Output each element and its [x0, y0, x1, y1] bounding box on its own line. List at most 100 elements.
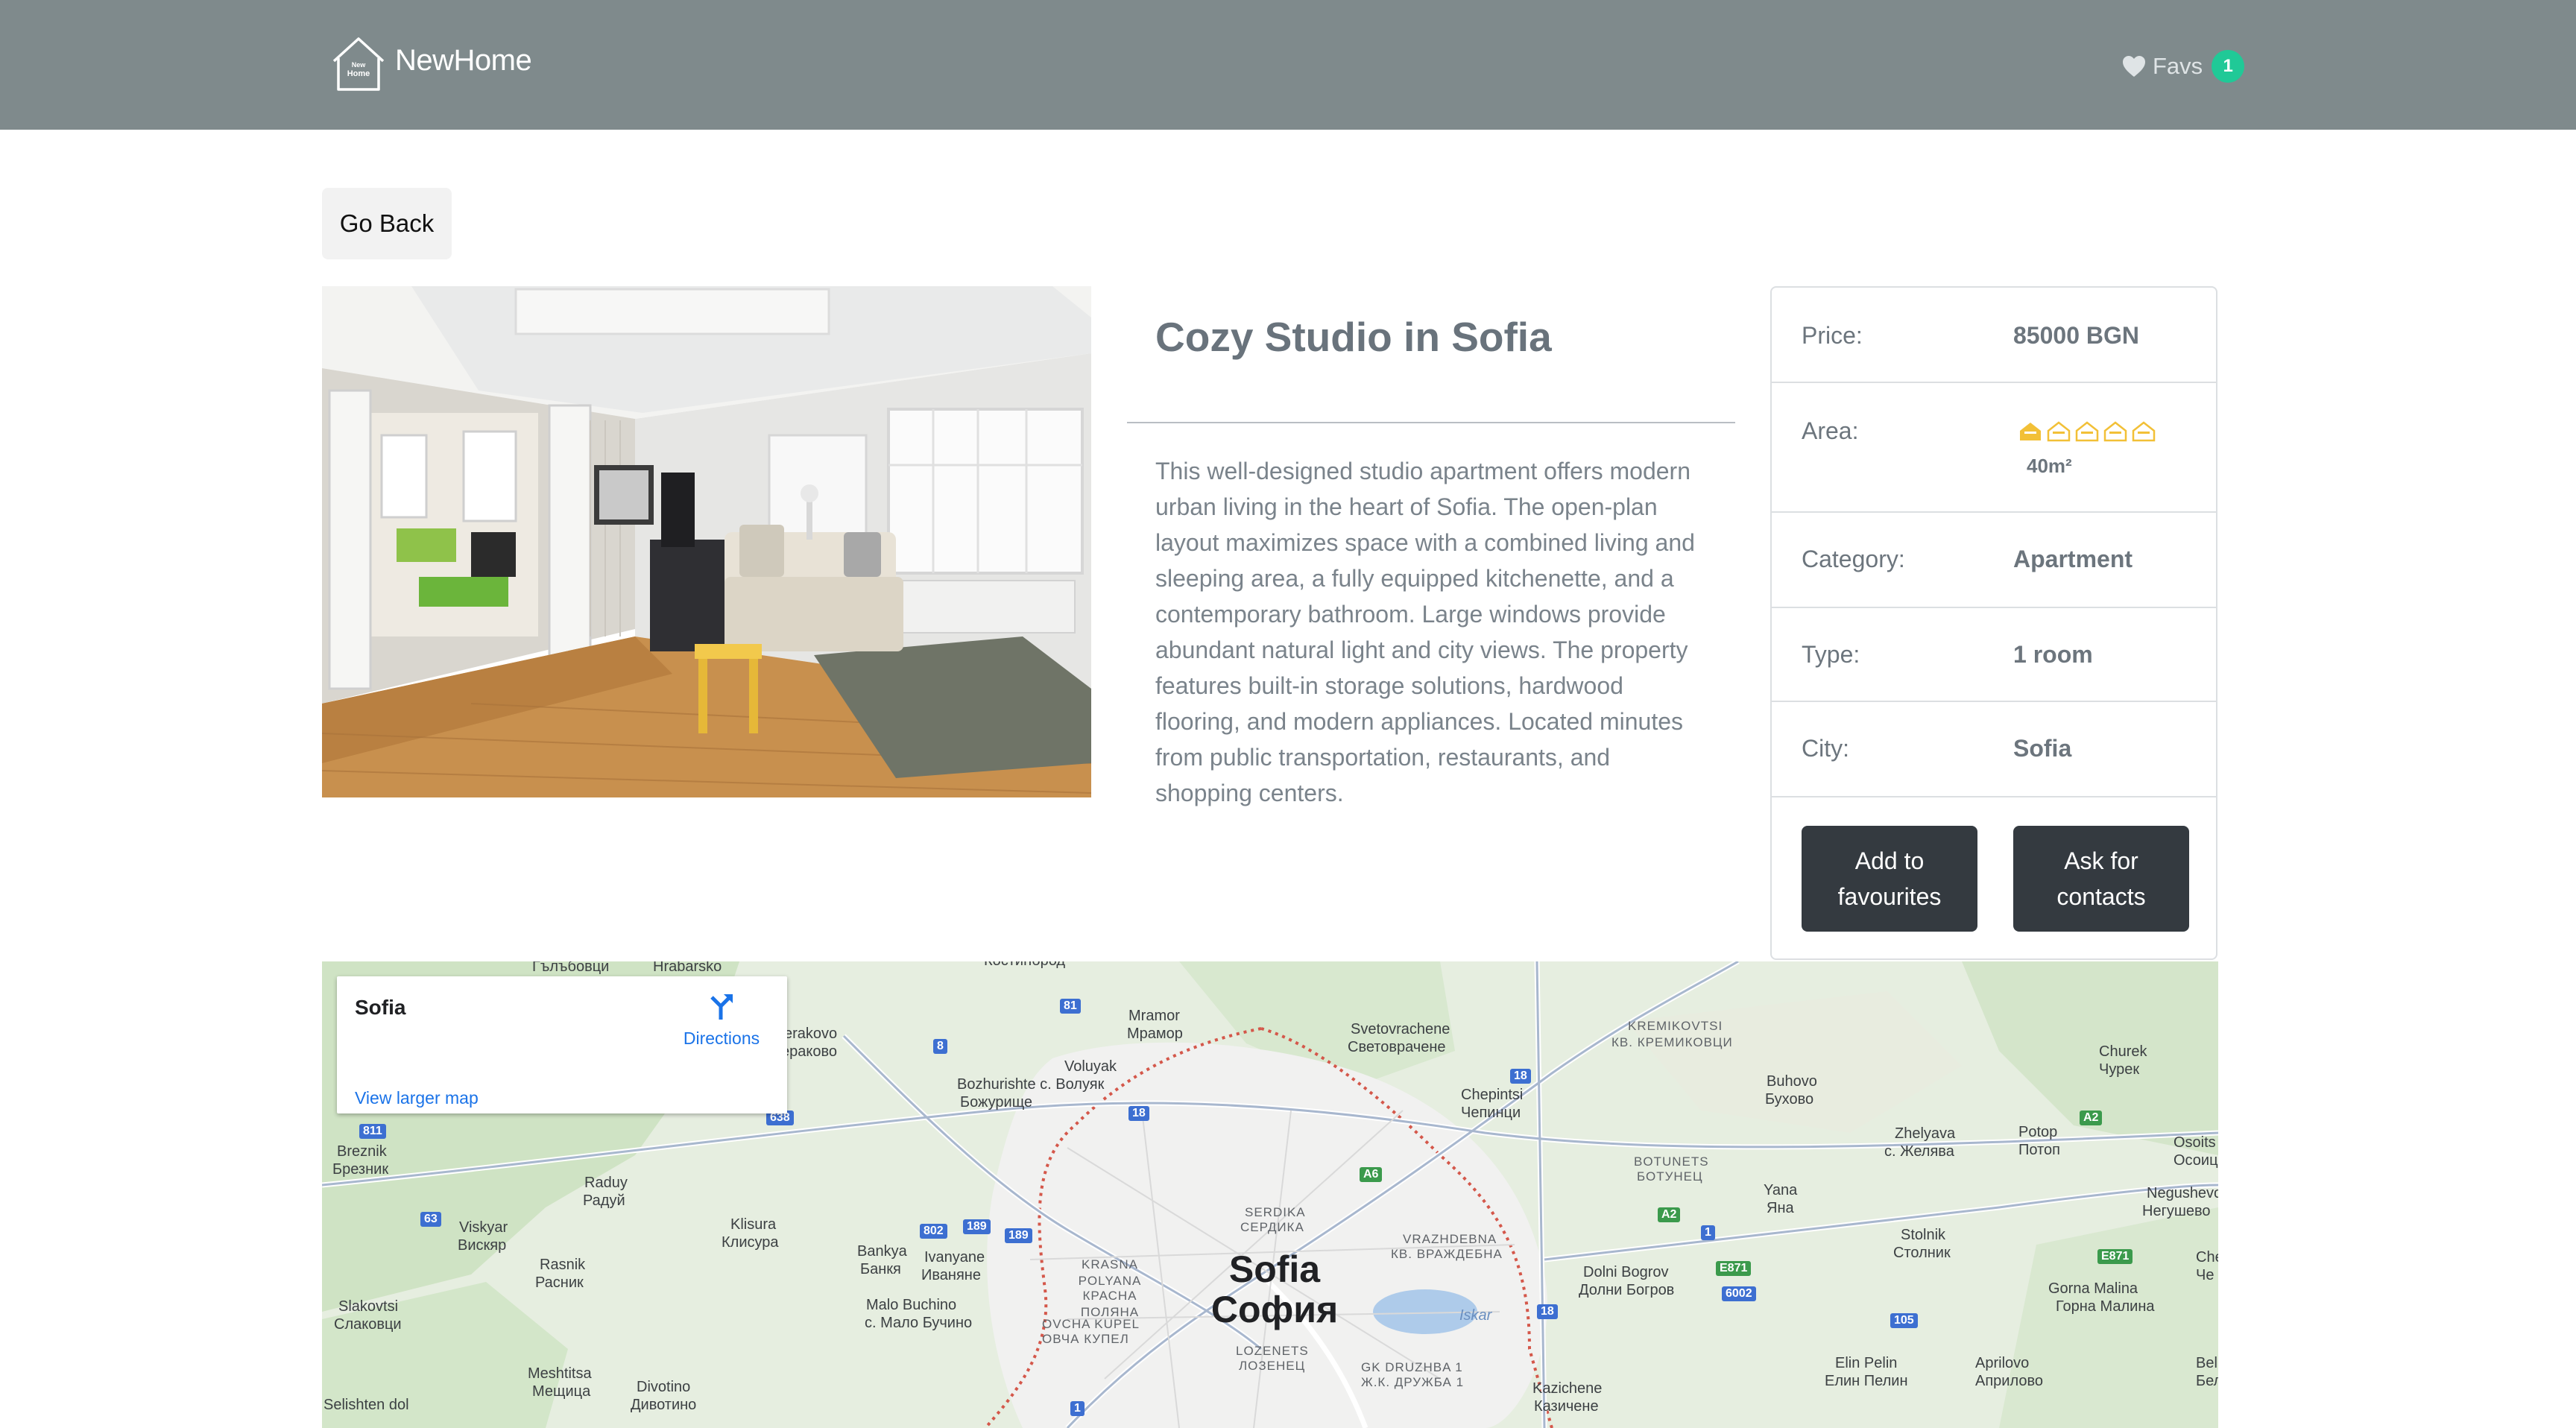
- house-outline-icon: [2132, 421, 2156, 442]
- view-larger-map-link[interactable]: View larger map: [355, 1088, 479, 1108]
- type-label: Type:: [1802, 641, 1860, 668]
- area-row: Area: 40m²: [1772, 383, 2216, 513]
- house-outline-icon: [2075, 421, 2099, 442]
- road-shield: 1: [1070, 1401, 1085, 1416]
- map-label: Churek: [2099, 1043, 2147, 1060]
- map-label: erakovo: [784, 1026, 838, 1042]
- map-label: Чепинци: [1461, 1105, 1521, 1121]
- map-label: Negushevo: [2147, 1185, 2218, 1201]
- map-label: БОТУНЕЦ: [1637, 1169, 1703, 1184]
- road-shield: 18: [1128, 1106, 1149, 1121]
- map-label: SERDIKA: [1245, 1205, 1306, 1219]
- map-label: Buhovo: [1767, 1073, 1817, 1090]
- brand-logo[interactable]: New Home NewHome: [328, 34, 532, 94]
- road-shield: 18: [1537, 1304, 1558, 1319]
- category-label: Category:: [1802, 546, 1905, 572]
- area-rating: [2018, 420, 2156, 443]
- map-label: Яна: [1767, 1200, 1794, 1216]
- map-city-name: Sofia: [1228, 1248, 1321, 1290]
- map-label: Divotino: [637, 1379, 691, 1395]
- map-label: ЛОЗЕНЕЦ: [1239, 1359, 1306, 1373]
- map-label: Svetovrachene: [1351, 1021, 1450, 1037]
- logo-small-text-2: Home: [347, 69, 370, 78]
- map-label: Горна Малина: [2056, 1298, 2155, 1315]
- map-label: BOTUNETS: [1634, 1154, 1709, 1169]
- map-label: Дивотино: [631, 1397, 697, 1413]
- map-label: Potop: [2018, 1124, 2058, 1140]
- map-place-title: Sofia: [355, 996, 406, 1019]
- directions-label: Directions: [683, 1029, 760, 1048]
- location-map[interactable]: Гълъбовци Hrabarsko Костинброд Mramor Мр…: [322, 961, 2218, 1428]
- map-label: Ж.К. ДРУЖБА 1: [1361, 1375, 1465, 1389]
- map-label: Bel: [2196, 1355, 2217, 1371]
- directions-link[interactable]: Directions: [677, 990, 766, 1049]
- add-to-favourites-button[interactable]: Add to favourites: [1802, 826, 1977, 932]
- map-label: Вискяр: [458, 1237, 507, 1254]
- favourites-link[interactable]: Favs 1: [2121, 48, 2245, 85]
- road-shield: 1: [1701, 1225, 1715, 1240]
- map-label: с. Мало Бучино: [865, 1315, 973, 1331]
- map-label: KRASNA POLYANA: [1078, 1257, 1142, 1288]
- road-shield: 6002: [1722, 1286, 1756, 1301]
- map-label: Malo Buchino: [866, 1297, 957, 1313]
- road-shield: 189: [1005, 1228, 1032, 1243]
- property-details-card: Price: 85000 BGN Area: 40m² Category: Ap…: [1770, 286, 2217, 960]
- map-label: Априлово: [1975, 1373, 2044, 1389]
- map-label: Stolnik: [1901, 1227, 1946, 1243]
- road-shield: A2: [2080, 1111, 2103, 1125]
- map-city-name-cyrillic: София: [1210, 1289, 1339, 1330]
- map-label: Raduy: [584, 1175, 628, 1191]
- map-label: Kazichene: [1532, 1380, 1603, 1397]
- map-label: КВ. КРЕМИКОВЦИ: [1611, 1035, 1733, 1049]
- type-row: Type: 1 room: [1772, 608, 2216, 702]
- map-label: Rasnik: [540, 1257, 586, 1273]
- map-label: Iskar: [1459, 1307, 1492, 1324]
- map-label: Hrabarsko: [653, 961, 722, 975]
- map-label: с. Желява: [1884, 1143, 1954, 1160]
- area-label: Area:: [1802, 417, 1859, 444]
- map-label: Брезник: [332, 1161, 389, 1178]
- map-label: Слаковци: [334, 1316, 402, 1333]
- map-label: Bankya: [857, 1243, 907, 1260]
- map-label: Selishten dol: [323, 1397, 409, 1413]
- ask-for-contacts-button[interactable]: Ask for contacts: [2013, 826, 2189, 932]
- top-navbar: New Home NewHome Favs 1: [0, 0, 2576, 130]
- road-shield: 105: [1890, 1313, 1918, 1328]
- map-label: Dolni Bogrov: [1583, 1264, 1669, 1280]
- map-label: Viskyar: [459, 1219, 508, 1236]
- type-value: 1 room: [2013, 641, 2093, 668]
- map-label: GK DRUZHBA 1: [1361, 1360, 1463, 1374]
- map-label: Мещица: [532, 1383, 591, 1400]
- road-shield: 81: [1060, 999, 1081, 1014]
- map-label: Клисура: [722, 1234, 779, 1251]
- map-label: Че: [2196, 1267, 2214, 1283]
- map-label: Казичене: [1534, 1398, 1599, 1415]
- house-outline-icon: [2103, 421, 2127, 442]
- map-label: ОВЧА КУПЕЛ: [1042, 1332, 1129, 1346]
- map-label: Банкя: [860, 1261, 901, 1277]
- go-back-button[interactable]: Go Back: [322, 188, 452, 259]
- heart-icon: [2123, 56, 2145, 77]
- map-label: Che: [2196, 1249, 2218, 1266]
- favs-label: Favs: [2153, 53, 2203, 79]
- map-label: Расник: [535, 1274, 584, 1291]
- city-value: Sofia: [2013, 735, 2072, 762]
- map-label: Slakovtsi: [338, 1298, 399, 1315]
- map-label: Божурище: [960, 1094, 1033, 1111]
- map-label: Zhelyava: [1895, 1125, 1956, 1142]
- road-shield: 63: [420, 1212, 441, 1227]
- road-shield: E871: [2097, 1249, 2133, 1264]
- road-shield: 18: [1510, 1069, 1531, 1084]
- map-label: Долни Богров: [1579, 1282, 1675, 1298]
- map-label: КВ. ВРАЖДЕБНА: [1391, 1247, 1503, 1261]
- city-label: City:: [1802, 735, 1849, 762]
- map-label: Световрачене: [1348, 1039, 1446, 1055]
- map-label: Радуй: [583, 1192, 625, 1209]
- logo-small-text-1: New: [352, 61, 367, 69]
- map-info-box: Sofia Directions View larger map: [337, 976, 787, 1113]
- map-label: Breznik: [337, 1143, 387, 1160]
- price-value: 85000 BGN: [2013, 322, 2139, 349]
- map-label: Yana: [1764, 1182, 1798, 1198]
- map-label: Bozhurishte с. Волуяк: [957, 1076, 1105, 1093]
- map-label: Иваняне: [921, 1267, 981, 1283]
